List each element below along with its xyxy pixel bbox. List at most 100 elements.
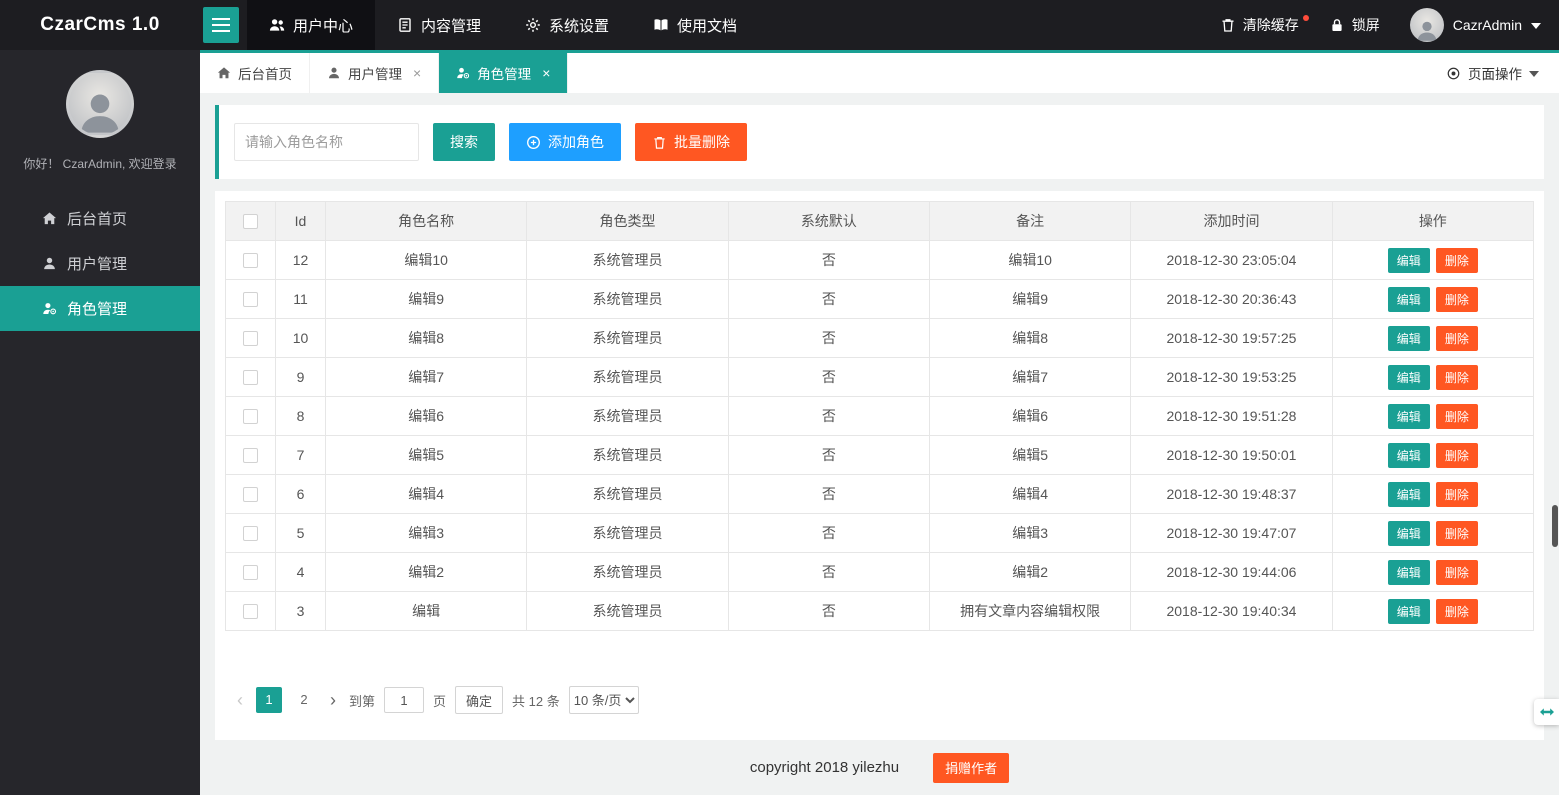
pagination-page-2[interactable]: 2 bbox=[291, 687, 317, 713]
delete-button[interactable]: 删除 bbox=[1435, 286, 1478, 312]
table-row: 3 编辑 系统管理员否拥有文章内容编辑权限 2018-12-30 19:40:34 编辑… bbox=[225, 591, 1535, 631]
row-checkbox[interactable] bbox=[243, 604, 258, 620]
delete-button[interactable]: 删除 bbox=[1435, 403, 1478, 429]
cell-remark: 编辑3 bbox=[928, 513, 1132, 553]
edit-button[interactable]: 编辑 bbox=[1387, 325, 1430, 351]
cell-id: 5 bbox=[275, 513, 326, 553]
caret-down-icon bbox=[1531, 22, 1541, 34]
cell-system-default: 否 bbox=[727, 591, 930, 631]
sidebar-item-label: 用户管理 bbox=[67, 256, 128, 273]
delete-button[interactable]: 删除 bbox=[1435, 442, 1478, 468]
goto-confirm-button[interactable]: 确定 bbox=[455, 686, 504, 714]
donate-button[interactable]: 捐赠作者 bbox=[933, 752, 1010, 783]
delete-button[interactable]: 删除 bbox=[1435, 364, 1478, 390]
cell-created-time: 2018-12-30 19:57:25 bbox=[1130, 318, 1333, 358]
edit-button[interactable]: 编辑 bbox=[1387, 442, 1430, 468]
row-checkbox[interactable] bbox=[243, 292, 258, 308]
column-header: 备注 bbox=[928, 201, 1132, 241]
topnav-item-system-settings[interactable]: 系统设置 bbox=[503, 0, 631, 50]
edit-button[interactable]: 编辑 bbox=[1387, 481, 1430, 507]
batch-delete-label: 批量删除 bbox=[674, 134, 730, 150]
batch-delete-button[interactable]: 批量删除 bbox=[635, 123, 747, 161]
cell-role-name: 编辑10 bbox=[324, 240, 528, 280]
row-checkbox[interactable] bbox=[243, 331, 258, 347]
pagination-page-1[interactable]: 1 bbox=[256, 687, 282, 713]
sidebar-item-user-management[interactable]: 用户管理 bbox=[0, 241, 200, 286]
edit-button[interactable]: 编辑 bbox=[1387, 403, 1430, 429]
search-button[interactable]: 搜索 bbox=[433, 123, 495, 161]
topnav-item-label: 使用文档 bbox=[677, 17, 738, 35]
edit-button[interactable]: 编辑 bbox=[1387, 520, 1430, 546]
main-area: 后台首页 用户管理 × 角色管理 × 页面操作 搜索 添加角色 批量删除 bbox=[200, 0, 1559, 795]
table-row: 8 编辑6 系统管理员否编辑6 2018-12-30 19:51:28 编辑 删除 bbox=[225, 396, 1535, 436]
app-logo: CzarCms 1.0 bbox=[40, 14, 160, 35]
column-header: 系统默认 bbox=[727, 201, 930, 241]
delete-button[interactable]: 删除 bbox=[1435, 481, 1478, 507]
add-role-label: 添加角色 bbox=[548, 134, 604, 150]
row-checkbox[interactable] bbox=[243, 409, 258, 425]
sidebar-menu: 后台首页用户管理角色管理 bbox=[0, 196, 200, 331]
pagination-next-button[interactable]: › bbox=[326, 691, 340, 709]
user-menu[interactable]: CazrAdmin bbox=[1409, 8, 1541, 42]
row-checkbox[interactable] bbox=[243, 565, 258, 581]
total-count-label: 共 12 条 bbox=[512, 693, 560, 709]
pagination-prev-button[interactable]: ‹ bbox=[233, 691, 247, 709]
role-name-input[interactable] bbox=[234, 123, 419, 161]
edit-button[interactable]: 编辑 bbox=[1387, 286, 1430, 312]
tab-user-management[interactable]: 用户管理 × bbox=[310, 53, 440, 93]
row-checkbox[interactable] bbox=[243, 370, 258, 386]
cell-role-type: 系统管理员 bbox=[526, 396, 729, 436]
row-checkbox[interactable] bbox=[243, 487, 258, 503]
cell-role-type: 系统管理员 bbox=[526, 279, 729, 319]
edit-button[interactable]: 编辑 bbox=[1387, 364, 1430, 390]
page-size-select[interactable]: 10 条/页 bbox=[568, 686, 639, 714]
user-icon bbox=[327, 66, 341, 80]
edit-button[interactable]: 编辑 bbox=[1387, 598, 1430, 624]
cell-role-name: 编辑4 bbox=[324, 474, 528, 514]
cell-role-type: 系统管理员 bbox=[526, 435, 729, 475]
collapse-toggle-button[interactable] bbox=[1534, 699, 1559, 725]
tab-role-management[interactable]: 角色管理 × bbox=[439, 53, 569, 93]
clear-cache-button[interactable]: 清除缓存 bbox=[1220, 15, 1309, 35]
cell-created-time: 2018-12-30 23:05:04 bbox=[1130, 240, 1333, 280]
sidebar-item-role-management[interactable]: 角色管理 bbox=[0, 286, 200, 331]
person-icon bbox=[76, 87, 124, 135]
lock-screen-label: 锁屏 bbox=[1351, 17, 1380, 33]
edit-button[interactable]: 编辑 bbox=[1387, 247, 1430, 273]
topnav-item-label: 系统设置 bbox=[549, 17, 610, 35]
cell-created-time: 2018-12-30 19:51:28 bbox=[1130, 396, 1333, 436]
add-role-button[interactable]: 添加角色 bbox=[509, 123, 621, 161]
tab-home[interactable]: 后台首页 bbox=[200, 53, 310, 93]
cell-role-name: 编辑5 bbox=[324, 435, 528, 475]
topnav-item-label: 用户中心 bbox=[293, 17, 354, 35]
scrollbar-thumb[interactable] bbox=[1552, 505, 1558, 547]
cell-created-time: 2018-12-30 19:44:06 bbox=[1130, 552, 1333, 592]
lock-screen-button[interactable]: 锁屏 bbox=[1329, 15, 1380, 35]
row-checkbox[interactable] bbox=[243, 253, 258, 269]
delete-button[interactable]: 删除 bbox=[1435, 325, 1478, 351]
cell-id: 10 bbox=[275, 318, 326, 358]
row-checkbox[interactable] bbox=[243, 526, 258, 542]
tab-close-icon[interactable]: × bbox=[413, 66, 421, 80]
tab-close-icon[interactable]: × bbox=[542, 66, 550, 80]
page-actions-dropdown[interactable]: 页面操作 bbox=[1426, 53, 1559, 93]
topnav-item-content-management[interactable]: 内容管理 bbox=[375, 0, 503, 50]
topnav-item-docs[interactable]: 使用文档 bbox=[631, 0, 759, 50]
table-row: 7 编辑5 系统管理员否编辑5 2018-12-30 19:50:01 编辑 删除 bbox=[225, 435, 1535, 475]
topnav-item-user-center[interactable]: 用户中心 bbox=[247, 0, 376, 50]
goto-page-input[interactable] bbox=[384, 687, 425, 713]
menu-toggle-button[interactable] bbox=[203, 7, 239, 43]
sidebar-item-home[interactable]: 后台首页 bbox=[0, 196, 200, 241]
tab-label: 角色管理 bbox=[477, 67, 532, 82]
delete-button[interactable]: 删除 bbox=[1435, 247, 1478, 273]
edit-button[interactable]: 编辑 bbox=[1387, 559, 1430, 585]
delete-button[interactable]: 删除 bbox=[1435, 559, 1478, 585]
cell-role-type: 系统管理员 bbox=[526, 357, 729, 397]
select-all-checkbox[interactable] bbox=[243, 214, 258, 230]
goto-prefix-label: 到第 bbox=[349, 693, 376, 709]
column-header: 操作 bbox=[1331, 201, 1535, 241]
cell-remark: 编辑2 bbox=[928, 552, 1132, 592]
delete-button[interactable]: 删除 bbox=[1435, 598, 1478, 624]
delete-button[interactable]: 删除 bbox=[1435, 520, 1478, 546]
row-checkbox[interactable] bbox=[243, 448, 258, 464]
